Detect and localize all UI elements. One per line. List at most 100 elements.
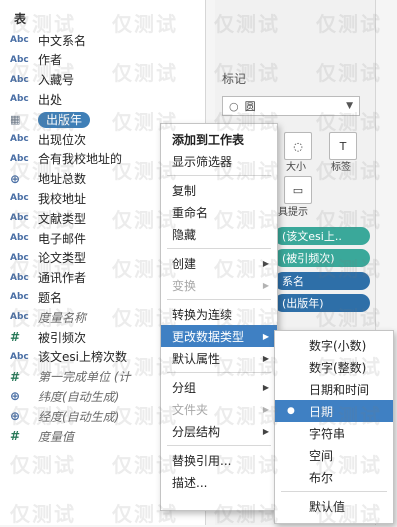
menu-separator [281,491,387,492]
number-icon: # [10,369,21,384]
field-label-text: 作者 [38,53,63,68]
field-label-text: 出版年 [38,111,91,128]
data-type-option[interactable]: 字符串 [275,422,393,444]
data-type-option[interactable]: 默认值 [275,495,393,517]
field-label-text: 度量值 [38,429,75,444]
field-label-text: 中文系名 [38,33,87,48]
submenu-arrow-icon: ▶ [262,426,269,436]
field-label: 出处 [38,91,62,108]
globe-icon: ⊕ [10,171,21,186]
data-type-option-label: 字符串 [309,426,346,441]
string-icon: Abc [10,233,29,243]
string-icon: Abc [10,272,29,283]
size-icon: ◌ [293,139,303,153]
menu-item-label: 描述... [172,475,208,490]
tooltip-button[interactable]: ▭ [284,176,312,204]
menu-item-label: 添加到工作表 [172,132,245,147]
menu-item[interactable]: 更改数据类型 ▶ [161,325,277,347]
menu-item[interactable]: 替换引用... [161,449,277,471]
field-label: 经度(自动生成) [38,408,119,425]
data-type-option[interactable]: 数字(小数) [275,334,393,356]
menu-item-label: 替换引用... [172,453,232,468]
label-button[interactable]: T [329,132,357,160]
field-item[interactable]: Abc 作者 [0,50,205,70]
menu-item-label: 更改数据类型 [172,329,245,344]
menu-separator [167,372,271,373]
menu-item[interactable]: 添加到工作表 [161,128,277,150]
submenu-arrow-icon: ▶ [262,331,269,341]
menu-item-label: 变换 [172,278,197,293]
menu-item-label: 分组 [172,380,197,395]
data-type-option[interactable]: ● 日期 [275,400,393,422]
field-label: 地址总数 [38,170,86,187]
field-label: 中文系名 [38,32,86,49]
number-icon: # [10,330,21,344]
tooltip-icon: ▭ [292,183,304,197]
field-item[interactable]: Abc 中文系名 [0,30,205,50]
menu-item[interactable]: 转换为连续 [161,303,277,325]
field-label: 电子邮件 [38,230,86,247]
marks-pill-citations[interactable]: (被引频次) [274,249,370,267]
menu-item-label: 文件夹 [172,402,209,417]
circle-icon: ○ [229,99,239,113]
field-label-text: 通讯作者 [38,271,87,286]
field-label: 论文类型 [38,249,86,266]
menu-item[interactable]: 复制 [161,179,277,201]
field-context-menu: 添加到工作表 显示筛选器 复制 重命名 隐藏 创建 ▶ 变换 ▶ 转换为连续 更改数据类型 ▶ 默认属性… [160,123,278,511]
menu-item-label: 分层结构 [172,424,221,439]
data-type-option[interactable]: 数字(整数) [275,356,393,378]
marks-pill-esi[interactable]: (该文esi上.. [274,227,370,245]
field-label-text: 地址总数 [38,172,87,187]
mark-type-dropdown[interactable]: ○ 圆 ▼ [222,96,360,116]
submenu-arrow-icon: ▶ [262,404,269,414]
submenu-arrow-icon: ▶ [262,382,269,392]
menu-item-label: 显示筛选器 [172,154,233,169]
field-label: 文献类型 [38,210,86,227]
field-label-text: 文献类型 [38,211,87,226]
field-label: 合有我校地址的 [38,150,122,167]
menu-item[interactable]: 描述... [161,471,277,493]
menu-item[interactable]: 默认属性 ▶ [161,347,277,369]
menu-item[interactable]: 隐藏 [161,223,277,245]
submenu-arrow-icon: ▶ [262,353,269,363]
menu-item[interactable]: 分层结构 ▶ [161,420,277,442]
marks-pill-dept[interactable]: 系名 [274,272,370,290]
data-type-option-label: 数字(小数) [309,338,367,353]
field-label: 我校地址 [38,190,86,207]
marks-title: 标记 [222,72,247,86]
menu-item-label: 默认属性 [172,351,221,366]
field-label-text: 度量名称 [38,310,87,325]
menu-item-label: 重命名 [172,205,209,220]
menu-item[interactable]: 创建 ▶ [161,252,277,274]
field-label: 题名 [38,289,62,306]
menu-item[interactable]: 分组 ▶ [161,376,277,398]
field-label: 入藏号 [38,71,74,88]
data-type-option-label: 数字(整数) [309,360,367,375]
menu-item-label: 复制 [172,183,197,198]
menu-separator [167,299,271,300]
size-button[interactable]: ◌ [284,132,312,160]
data-type-option-label: 日期 [309,404,334,419]
menu-item[interactable]: 显示筛选器 [161,150,277,172]
data-type-option[interactable]: 空间 [275,444,393,466]
marks-pill-year[interactable]: (出版年) [274,294,370,312]
field-label: 度量名称 [38,309,86,326]
data-type-option[interactable]: 日期和时间 [275,378,393,400]
menu-separator [167,248,271,249]
tooltip-label: 具提示 [278,207,308,218]
selected-dot-icon: ● [287,406,295,416]
menu-separator [167,175,271,176]
label-caption: 标签 [331,162,351,173]
menu-item-label: 转换为连续 [172,307,233,322]
field-label-text: 被引频次 [38,330,87,345]
table-section-title: 表 [14,12,27,26]
field-label: 通讯作者 [38,269,86,286]
menu-item[interactable]: 重命名 [161,201,277,223]
menu-item: 变换 ▶ [161,274,277,296]
field-label-text: 我校地址 [38,191,87,206]
field-item[interactable]: Abc 入藏号 [0,70,205,90]
data-type-option[interactable]: 布尔 [275,466,393,488]
field-item[interactable]: Abc 出处 [0,89,205,109]
data-type-option-label: 日期和时间 [309,382,370,397]
data-type-option-label: 空间 [309,448,334,463]
